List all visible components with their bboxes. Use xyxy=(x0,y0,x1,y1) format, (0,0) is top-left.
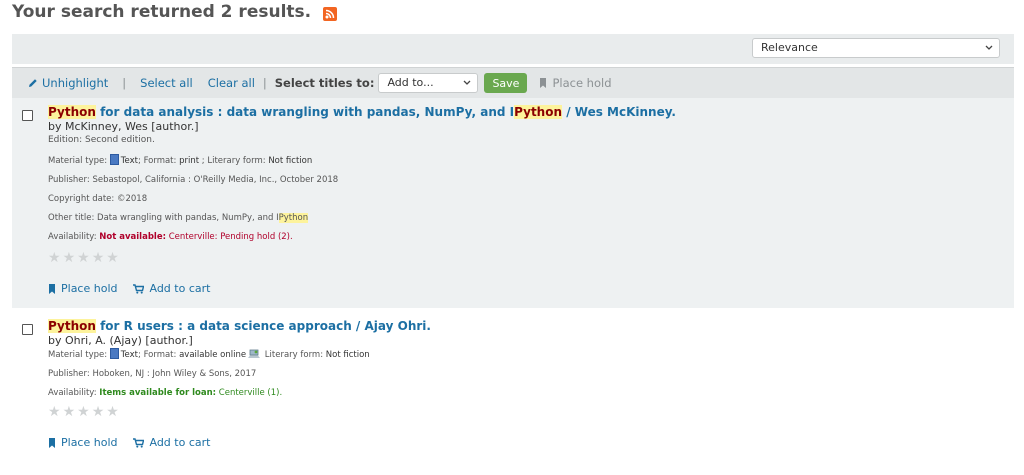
add-to-cart-label: Add to cart xyxy=(149,436,211,449)
star-rating[interactable]: ★ ★ ★ ★ ★ xyxy=(48,405,1004,419)
material-value: Text xyxy=(120,350,138,360)
result-actions: Place hold Add to cart xyxy=(48,282,210,295)
toolbar-separator: | xyxy=(262,76,267,90)
format-label: ; Format: xyxy=(138,156,180,166)
star-icon[interactable]: ★ xyxy=(63,405,76,419)
unhighlight-label: Unhighlight xyxy=(42,76,109,90)
place-hold-toolbar-label: Place hold xyxy=(552,76,612,90)
add-to-cart-link[interactable]: Add to cart xyxy=(133,436,210,449)
title-author-suffix: / Wes McKinney. xyxy=(562,105,676,119)
place-hold-label: Place hold xyxy=(61,282,118,295)
bookmark-icon xyxy=(49,283,55,294)
result-availability: Availability: Not available: Centerville… xyxy=(48,232,1004,243)
result-other-title: Other title: Data wrangling with pandas,… xyxy=(48,213,1004,224)
place-hold-link[interactable]: Place hold xyxy=(48,436,117,449)
sort-selected-value: Relevance xyxy=(761,41,818,54)
result-author: by McKinney, Wes [author.] xyxy=(48,120,199,133)
availability-detail: Centerville (1). xyxy=(216,388,283,398)
star-icon[interactable]: ★ xyxy=(92,251,105,265)
literary-label: ; Literary form: xyxy=(199,156,269,166)
pencil-icon xyxy=(29,79,37,87)
cart-icon xyxy=(133,437,145,448)
online-icon xyxy=(248,349,261,358)
book-icon xyxy=(109,154,119,165)
chevron-down-icon xyxy=(985,45,993,50)
other-title-highlight: Python xyxy=(278,213,309,223)
material-value: Text xyxy=(120,156,138,166)
result-publisher: Publisher: Sebastopol, California : O'Re… xyxy=(48,175,339,185)
material-label: Material type: xyxy=(48,350,110,360)
star-icon[interactable]: ★ xyxy=(77,251,90,265)
bookmark-icon xyxy=(49,437,55,448)
select-all-link[interactable]: Select all xyxy=(140,76,193,90)
cart-icon xyxy=(133,283,145,294)
result-item: Python for data analysis : data wranglin… xyxy=(12,98,1014,308)
material-label: Material type: xyxy=(48,156,110,166)
book-icon xyxy=(109,348,119,359)
result-checkbox[interactable] xyxy=(22,324,33,335)
add-to-cart-link[interactable]: Add to cart xyxy=(133,282,210,295)
literary-label: Literary form: xyxy=(262,350,326,360)
title-text: for data analysis : data wrangling with … xyxy=(95,105,515,119)
title-highlight: Python xyxy=(514,105,563,119)
rss-icon[interactable] xyxy=(323,6,338,21)
star-icon[interactable]: ★ xyxy=(92,405,105,419)
availability-label: Availability: xyxy=(48,232,100,242)
star-rating[interactable]: ★ ★ ★ ★ ★ xyxy=(48,251,1004,265)
bookmark-icon xyxy=(540,78,547,88)
selection-toolbar: Unhighlight | Select all Clear all | Sel… xyxy=(12,67,1014,98)
other-title-text: Other title: Data wrangling with pandas,… xyxy=(48,213,279,223)
literary-value: Not fiction xyxy=(325,350,370,360)
star-icon[interactable]: ★ xyxy=(77,405,90,419)
unhighlight-link[interactable]: Unhighlight xyxy=(28,76,108,90)
result-availability: Availability: Items available for loan: … xyxy=(48,388,1004,399)
star-icon[interactable]: ★ xyxy=(48,405,61,419)
result-actions: Place hold Add to cart xyxy=(48,436,210,449)
add-to-cart-label: Add to cart xyxy=(149,282,211,295)
availability-label: Availability: xyxy=(48,388,100,398)
add-to-selected-value: Add to... xyxy=(387,76,434,89)
availability-status: Items available for loan: xyxy=(99,388,217,398)
star-icon[interactable]: ★ xyxy=(106,251,119,265)
result-publisher: Publisher: Hoboken, NJ : John Wiley & So… xyxy=(48,369,257,379)
literary-value: Not fiction xyxy=(268,156,313,166)
result-title-link[interactable]: Python for R users : a data science appr… xyxy=(48,318,1004,334)
format-value: available online xyxy=(179,350,247,360)
result-author: by Ohri, A. (Ajay) [author.] xyxy=(48,334,193,347)
star-icon[interactable]: ★ xyxy=(63,251,76,265)
format-label: ; Format: xyxy=(138,350,180,360)
select-titles-label: Select titles to: xyxy=(274,76,375,90)
availability-detail: Centerville: Pending hold (2). xyxy=(166,232,293,242)
result-edition: Edition: Second edition. xyxy=(48,135,155,145)
save-button[interactable]: Save xyxy=(484,73,528,93)
toolbar-separator: | xyxy=(122,76,127,90)
chevron-down-icon xyxy=(463,80,471,85)
availability-status: Not available: xyxy=(99,232,166,242)
star-icon[interactable]: ★ xyxy=(106,405,119,419)
result-material-line: Material type: Text; Format: print ; Lit… xyxy=(48,154,1004,167)
results-count-text: Your search returned 2 results. xyxy=(12,2,312,22)
place-hold-link[interactable]: Place hold xyxy=(48,282,117,295)
place-hold-label: Place hold xyxy=(61,436,118,449)
add-to-list-select[interactable]: Add to... xyxy=(378,73,479,93)
result-material-line: Material type: Text; Format: available o… xyxy=(48,348,1004,361)
result-item: Python for R users : a data science appr… xyxy=(12,312,1014,475)
sort-bar: Relevance xyxy=(12,34,1014,64)
sort-select[interactable]: Relevance xyxy=(752,38,1000,58)
star-icon[interactable]: ★ xyxy=(48,251,61,265)
title-highlight: Python xyxy=(48,319,96,333)
results-heading: Your search returned 2 results. xyxy=(12,2,338,22)
place-hold-toolbar-button[interactable]: Place hold xyxy=(539,76,612,90)
title-text: for R users : a data science approach / … xyxy=(95,319,431,333)
title-highlight: Python xyxy=(48,105,96,119)
result-title-link[interactable]: Python for data analysis : data wranglin… xyxy=(48,104,1004,120)
result-copyright: Copyright date: ©2018 xyxy=(48,194,148,204)
result-checkbox[interactable] xyxy=(22,110,33,121)
format-value: print xyxy=(179,156,200,166)
clear-all-link[interactable]: Clear all xyxy=(208,76,255,90)
